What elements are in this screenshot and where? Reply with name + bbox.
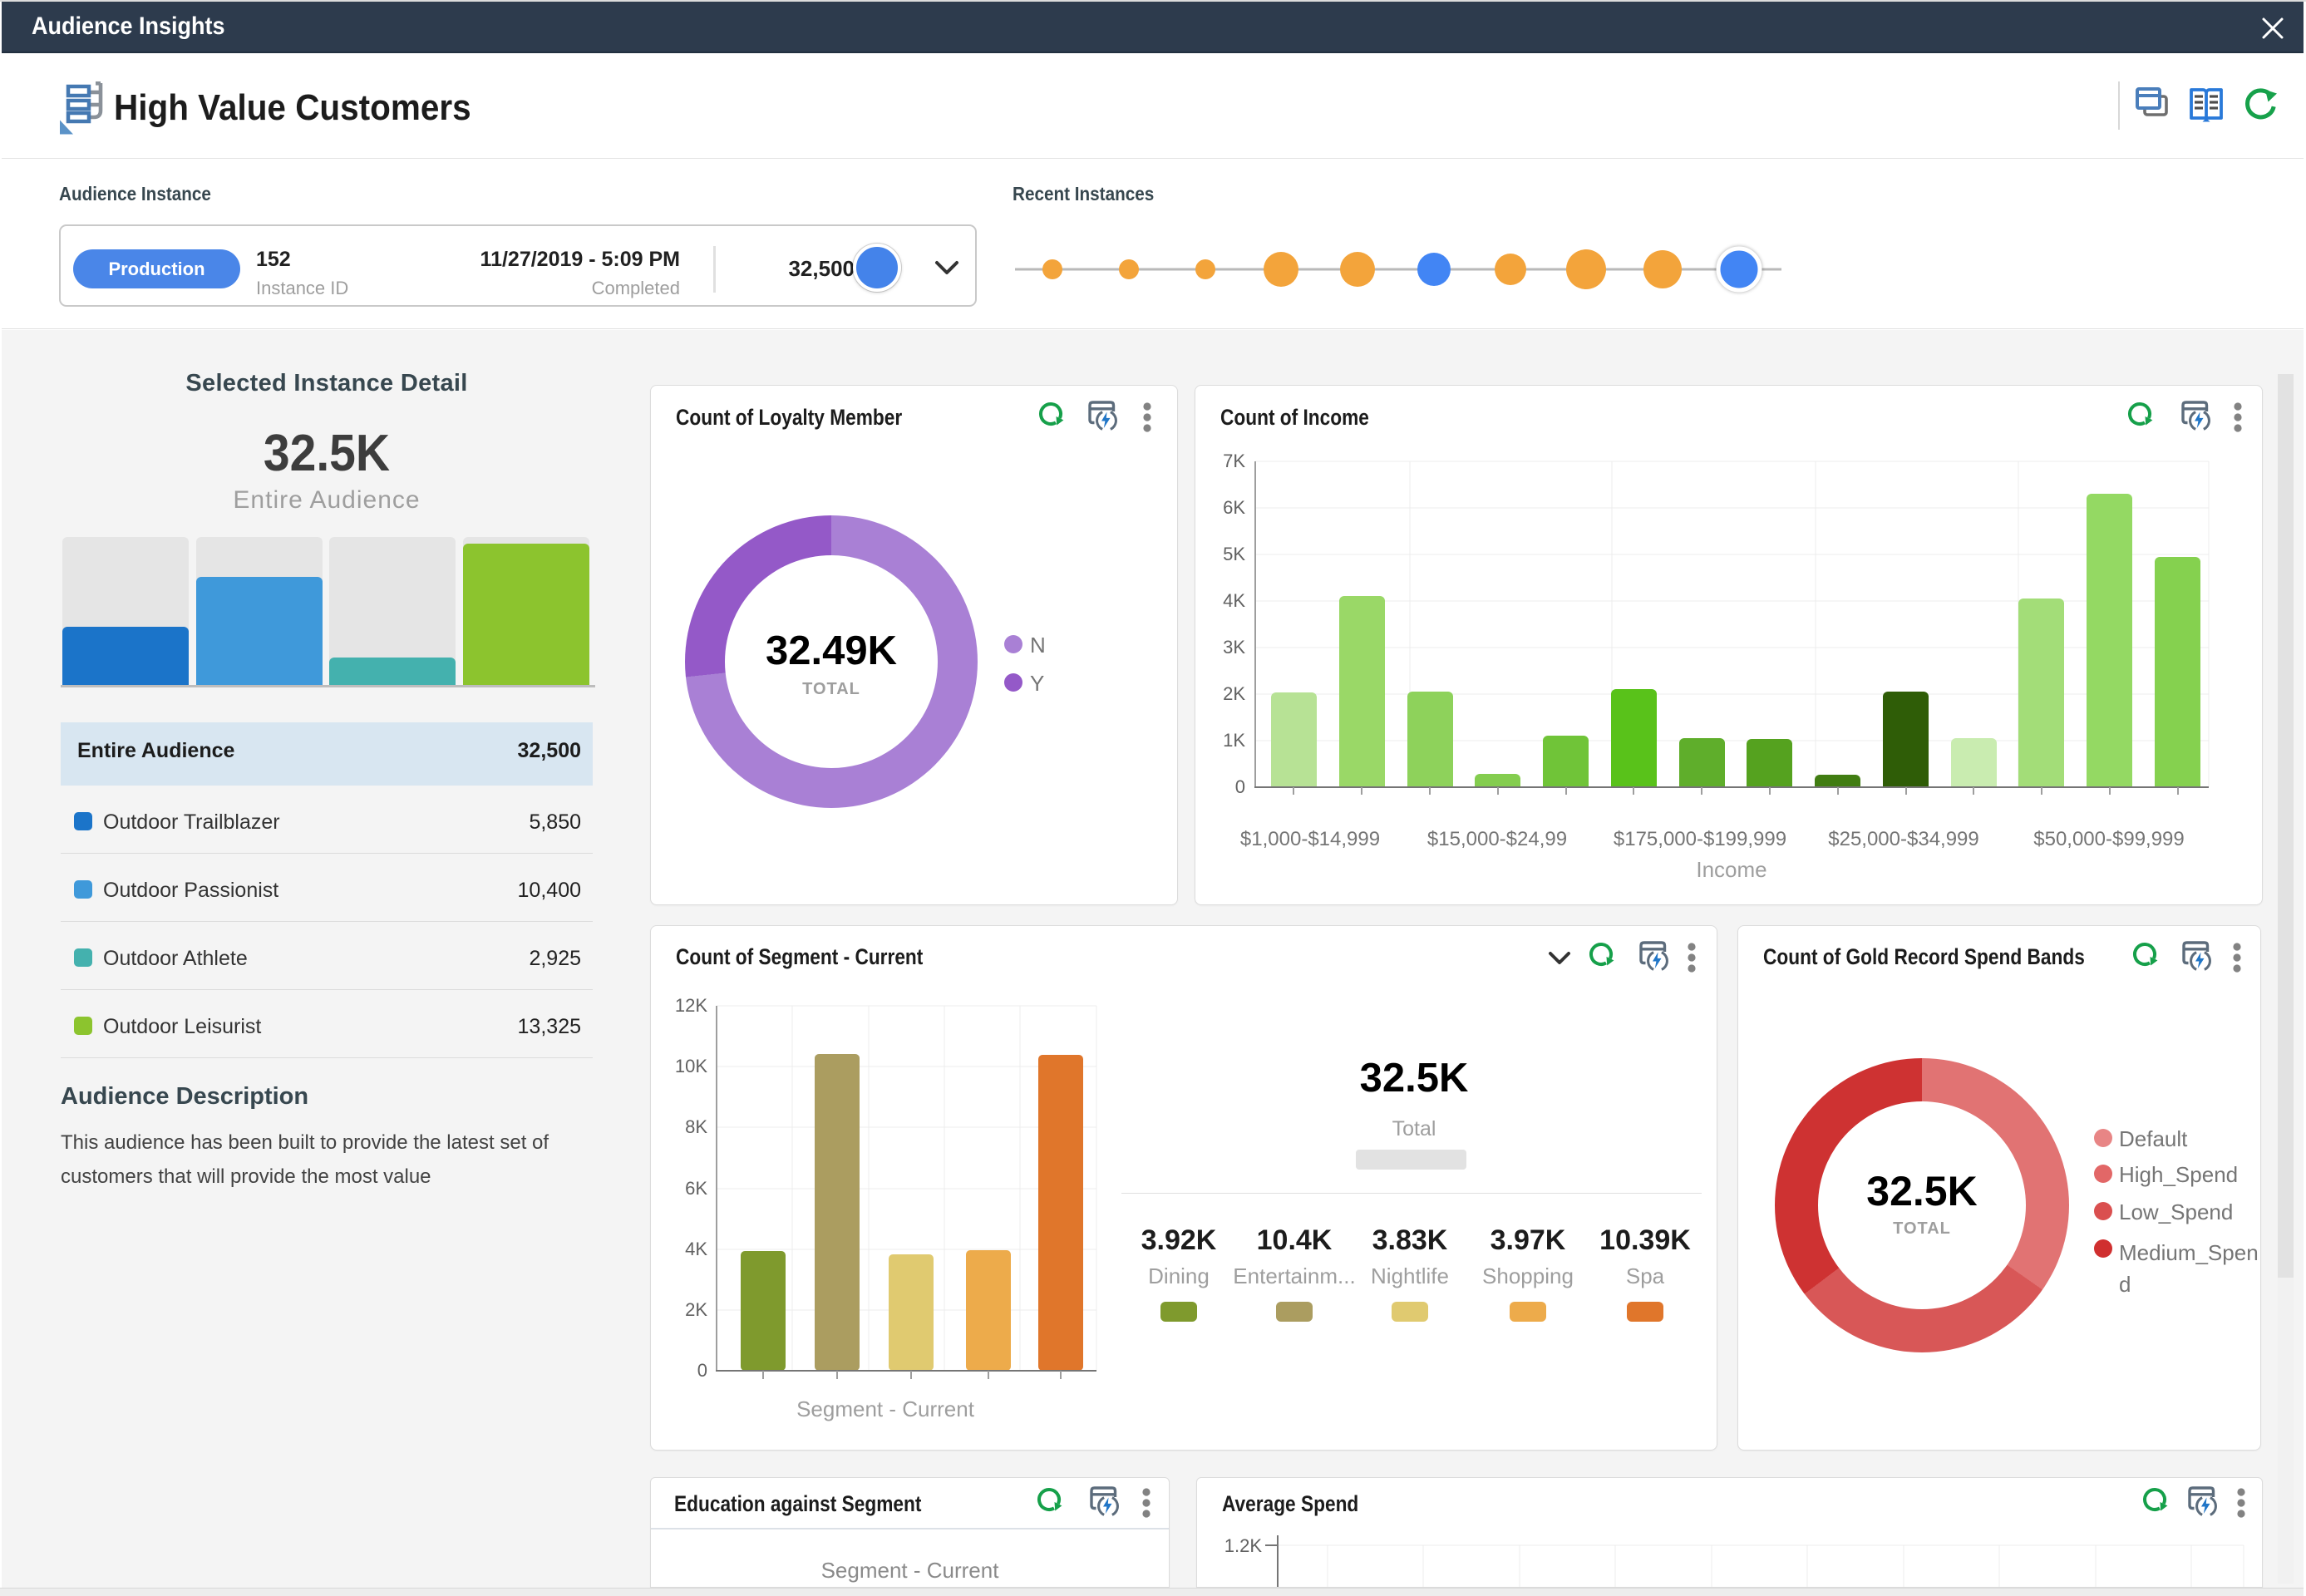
svg-text:1K: 1K — [1223, 730, 1245, 751]
svg-text:$50,000-$99,999: $50,000-$99,999 — [2033, 828, 2185, 850]
svg-text:Segment - Current: Segment - Current — [796, 1396, 975, 1421]
svg-text:6K: 6K — [1223, 497, 1245, 518]
svg-text:2K: 2K — [1223, 683, 1245, 704]
svg-text:12K: 12K — [675, 995, 707, 1016]
svg-text:2K: 2K — [685, 1299, 707, 1320]
svg-text:4K: 4K — [1223, 590, 1245, 611]
svg-text:$175,000-$199,999: $175,000-$199,999 — [1614, 828, 1786, 850]
svg-text:7K: 7K — [1223, 451, 1245, 471]
svg-text:6K: 6K — [685, 1178, 707, 1199]
svg-text:5K: 5K — [1223, 544, 1245, 564]
svg-text:10K: 10K — [675, 1056, 707, 1076]
svg-text:8K: 8K — [685, 1116, 707, 1137]
svg-text:1.2K: 1.2K — [1224, 1535, 1263, 1556]
svg-text:0: 0 — [1235, 776, 1245, 797]
svg-text:$15,000-$24,99: $15,000-$24,99 — [1427, 828, 1567, 850]
svg-text:0: 0 — [697, 1360, 707, 1381]
svg-text:$25,000-$34,999: $25,000-$34,999 — [1828, 828, 1979, 850]
svg-text:Income: Income — [1696, 857, 1766, 882]
svg-text:$1,000-$14,999: $1,000-$14,999 — [1240, 828, 1380, 850]
svg-text:3K: 3K — [1223, 637, 1245, 658]
svg-text:4K: 4K — [685, 1239, 707, 1259]
